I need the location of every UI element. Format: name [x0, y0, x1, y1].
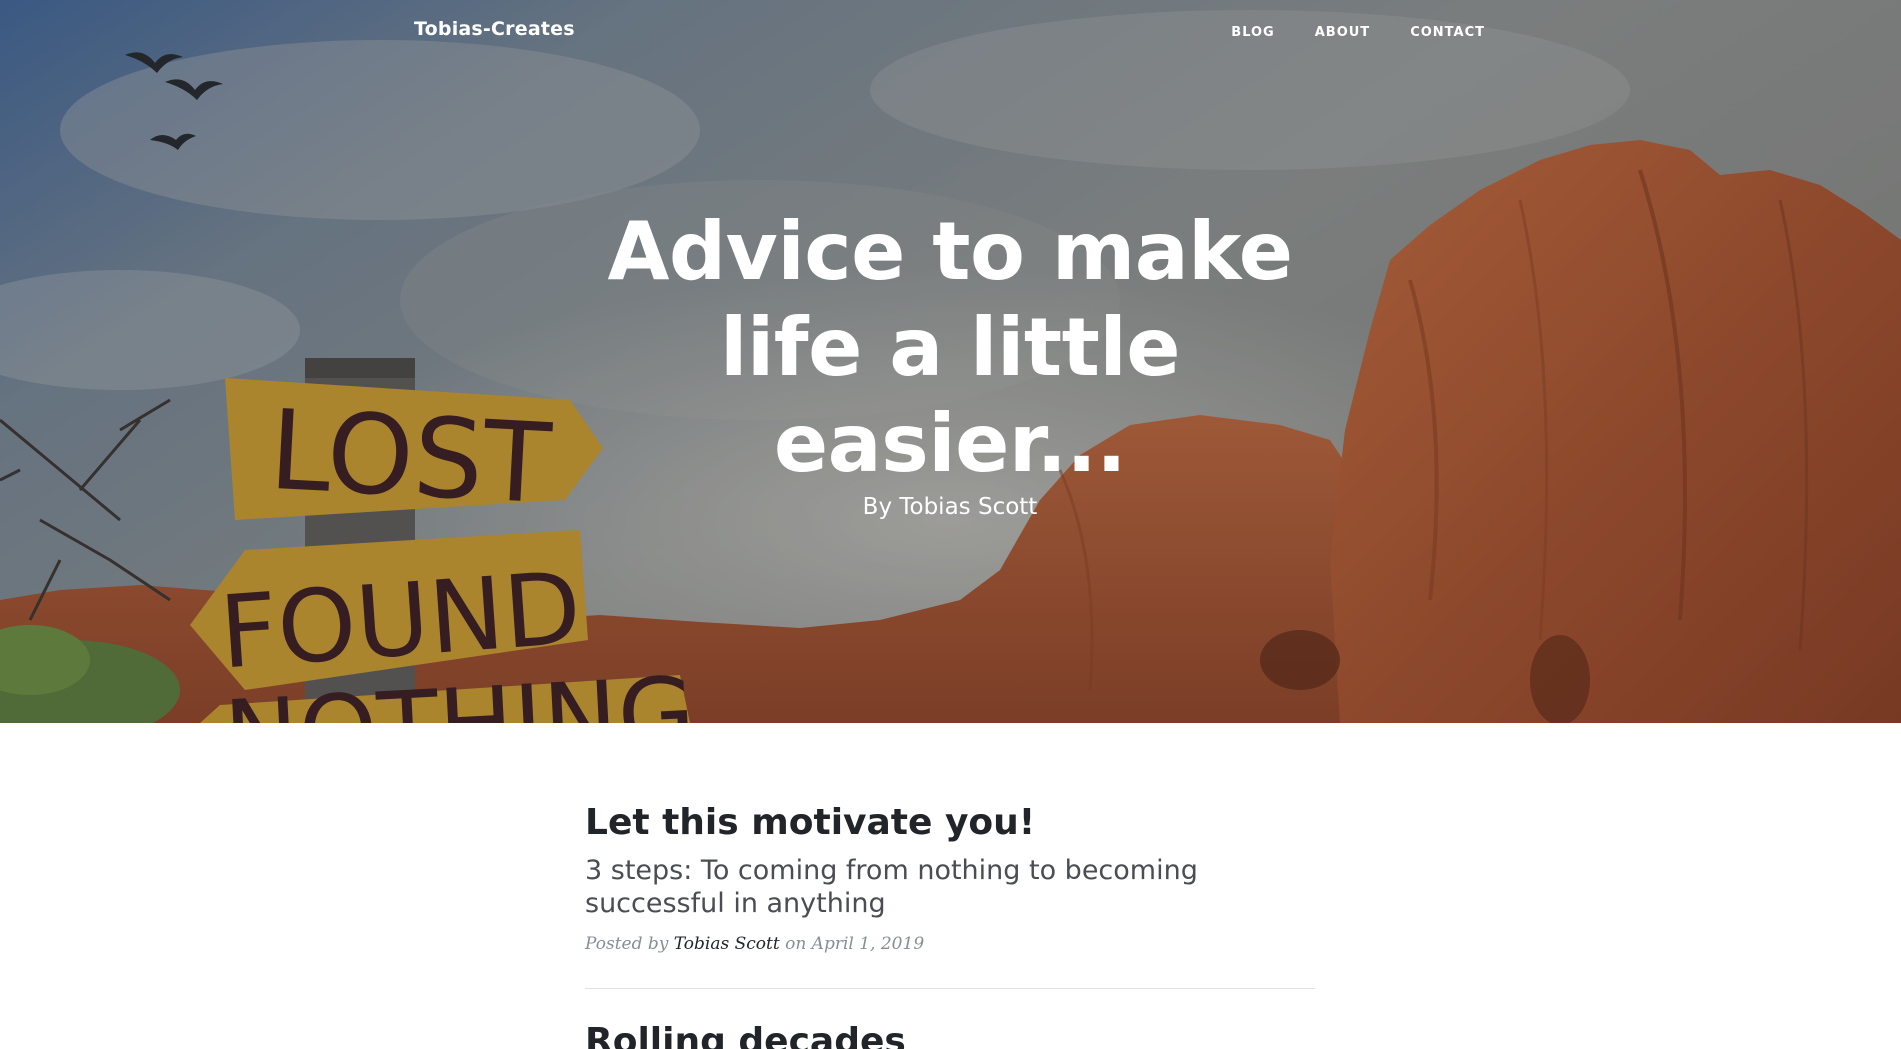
- hero-title-line: easier...: [773, 397, 1127, 490]
- hero-title: Advice to make life a little easier...: [590, 204, 1310, 492]
- post-author-link[interactable]: Tobias Scott: [674, 934, 780, 954]
- post-subtitle: 3 steps: To coming from nothing to becom…: [585, 855, 1198, 919]
- post-link[interactable]: Let this motivate you! 3 steps: To comin…: [585, 800, 1315, 920]
- post-preview: Rolling decades: [585, 1019, 1315, 1049]
- nav-item-about: ABOUT: [1315, 23, 1370, 41]
- post-meta-prefix: Posted by: [585, 934, 669, 954]
- nav-item-blog: BLOG: [1231, 23, 1274, 41]
- nav-link-contact[interactable]: CONTACT: [1410, 25, 1485, 40]
- hero-title-line: life a little: [719, 301, 1181, 394]
- nav-link-about[interactable]: ABOUT: [1315, 25, 1370, 40]
- main-nav: BLOG ABOUT CONTACT: [1231, 23, 1485, 41]
- post-title: Rolling decades: [585, 1021, 906, 1049]
- post-meta: Posted by Tobias Scott on April 1, 2019: [585, 934, 1315, 954]
- post-title: Let this motivate you!: [585, 802, 1036, 843]
- hero-title-line: Advice to make: [607, 205, 1294, 298]
- post-preview: Let this motivate you! 3 steps: To comin…: [585, 800, 1315, 954]
- brand-link[interactable]: Tobias-Creates: [414, 18, 575, 40]
- post-divider: [585, 988, 1315, 989]
- post-link[interactable]: Rolling decades: [585, 1019, 1315, 1049]
- post-list: Let this motivate you! 3 steps: To comin…: [585, 800, 1315, 1049]
- hero-subtitle: By Tobias Scott: [862, 494, 1038, 520]
- post-date: on April 1, 2019: [785, 934, 925, 954]
- nav-link-blog[interactable]: BLOG: [1231, 25, 1274, 40]
- hero-header: LOST FOUND NOTHING Tobias-Creates BLOG A…: [0, 0, 1901, 723]
- nav-item-contact: CONTACT: [1410, 23, 1485, 41]
